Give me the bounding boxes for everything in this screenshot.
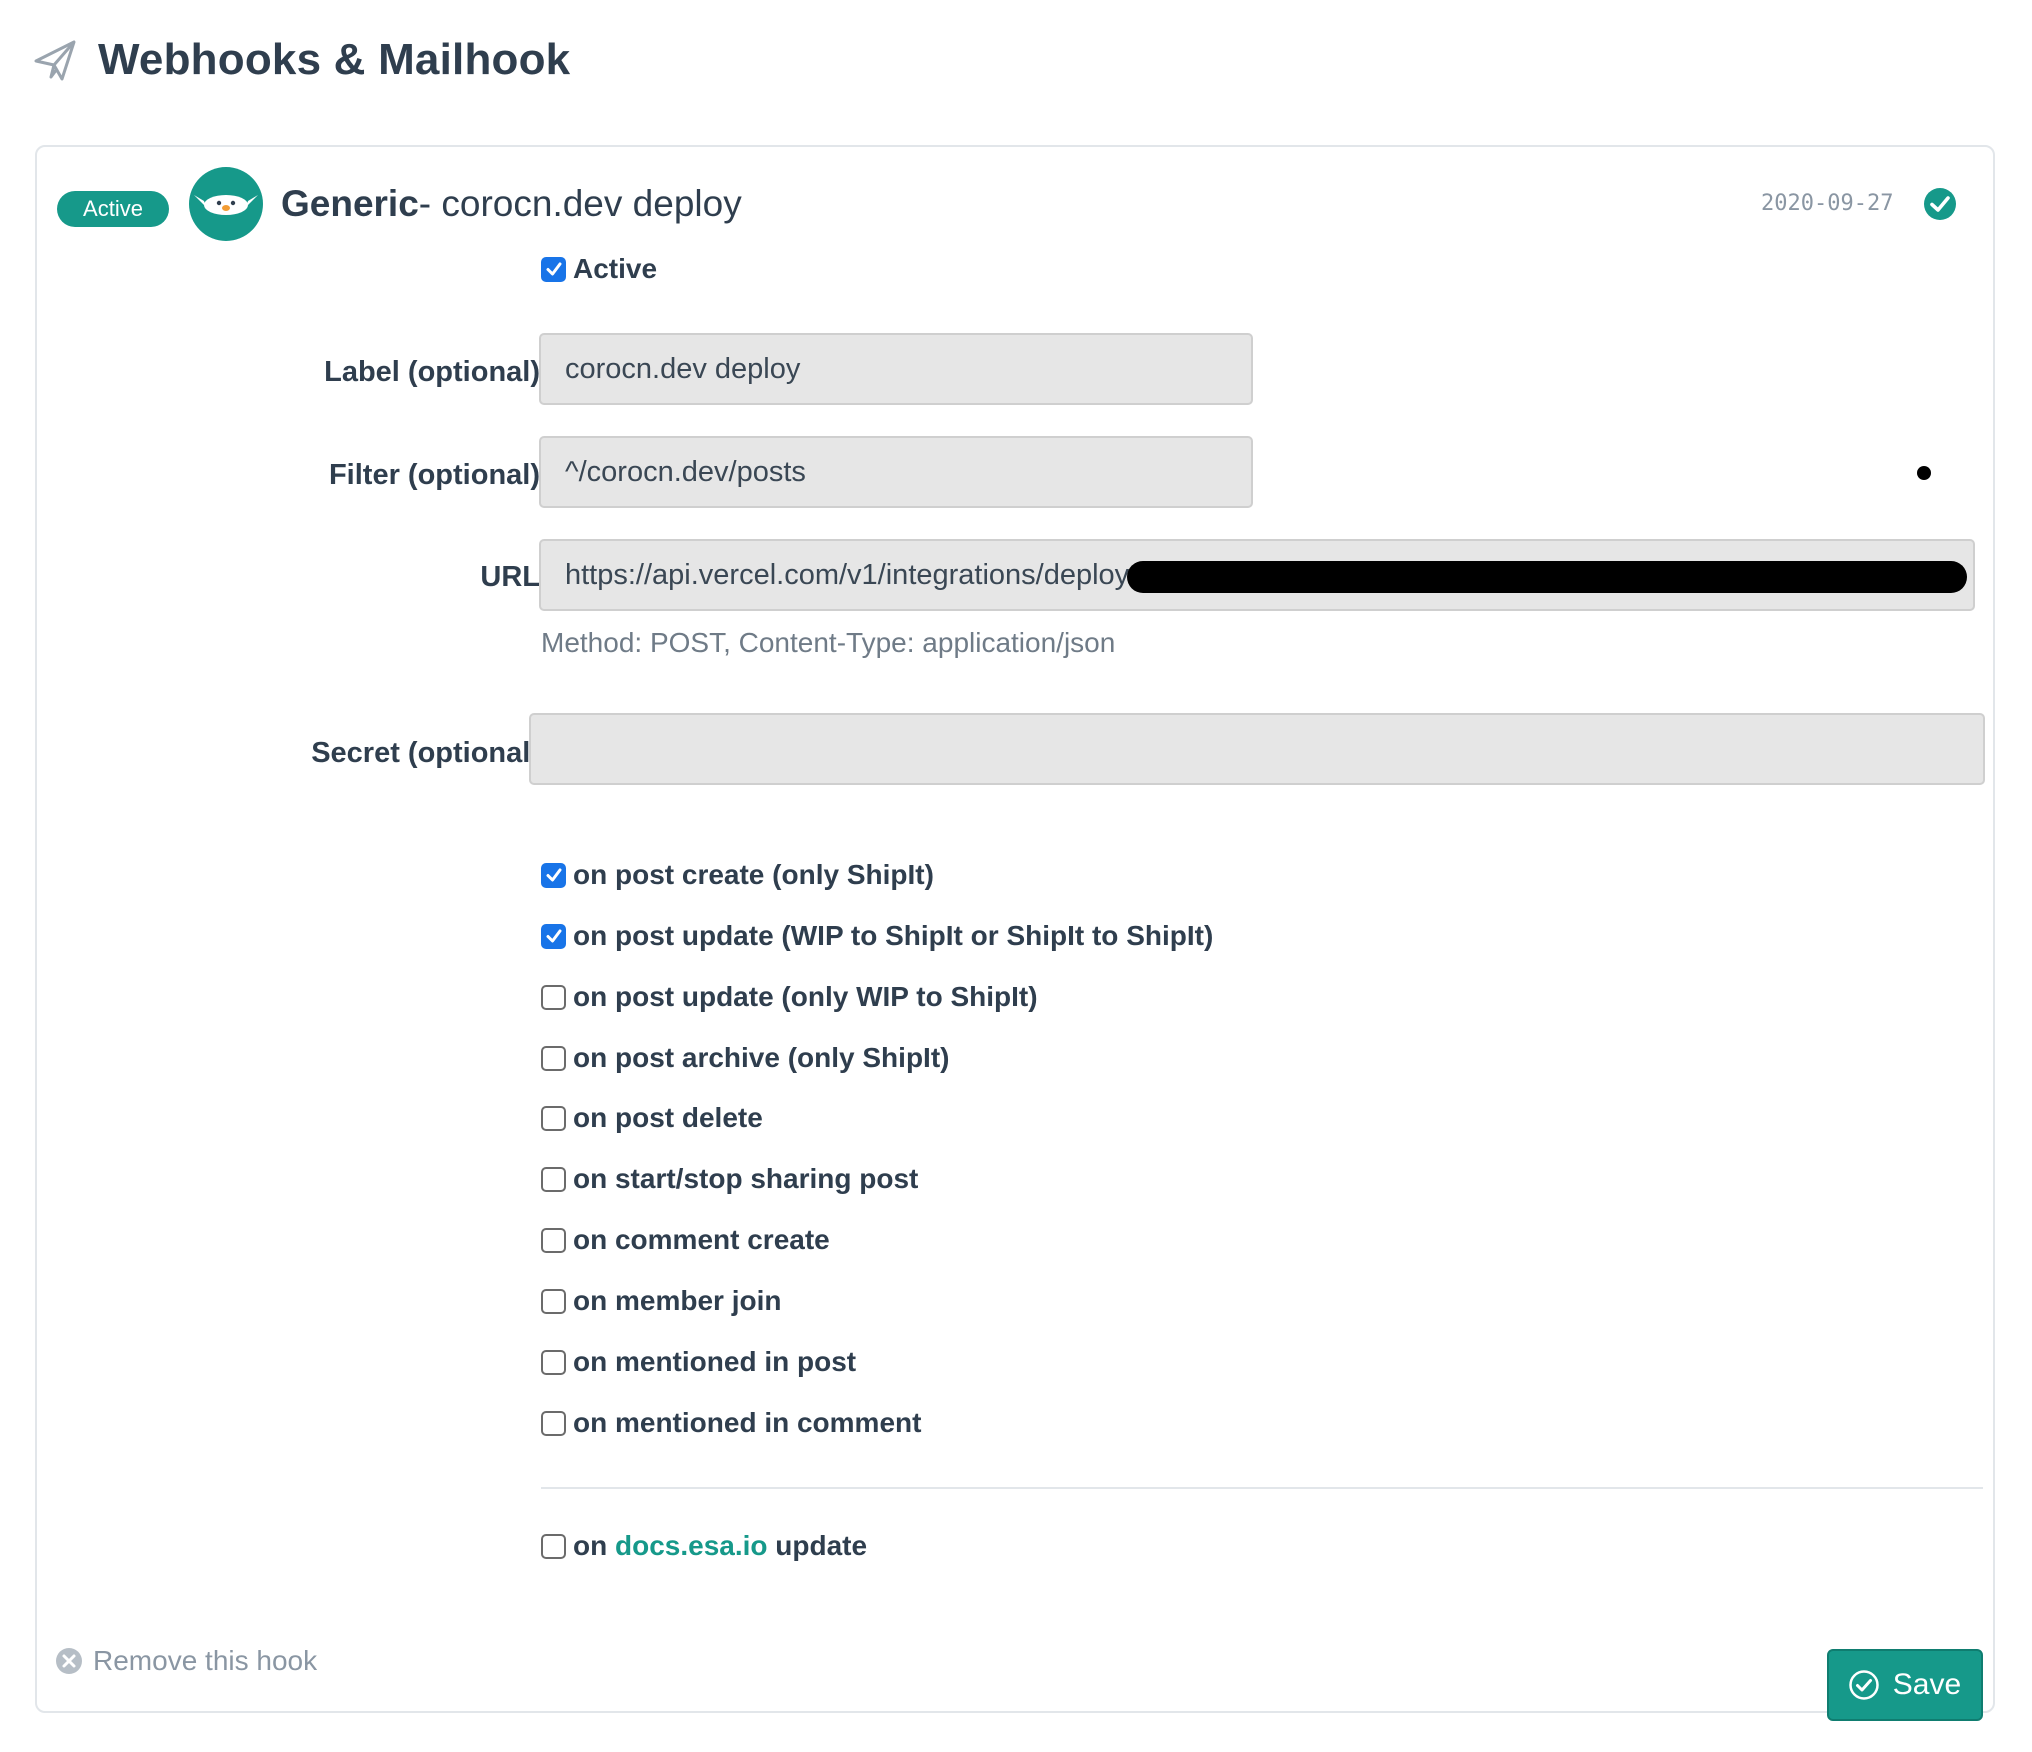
event-label: on post create (only ShipIt) xyxy=(573,859,934,890)
docs-event-suffix: update xyxy=(775,1530,868,1561)
active-checkbox-label: Active xyxy=(573,253,658,284)
webhooks-page: Webhooks & Mailhook Active Generic- coro… xyxy=(0,0,2032,1752)
save-button-label: Save xyxy=(1892,1668,1962,1701)
active-checkbox[interactable]: Active xyxy=(541,253,657,285)
avatar xyxy=(189,167,263,241)
docs-event-checkbox[interactable]: on docs.esa.io update xyxy=(541,1530,867,1562)
event-checkbox[interactable]: on member join xyxy=(541,1285,781,1317)
checkbox-unchecked-icon[interactable] xyxy=(541,1166,566,1192)
event-label: on member join xyxy=(573,1285,782,1316)
checkbox-unchecked-icon[interactable] xyxy=(541,1105,566,1131)
checkbox-unchecked-icon[interactable] xyxy=(541,1045,566,1071)
check-circle-icon xyxy=(1924,188,1956,220)
checkbox-checked-icon[interactable] xyxy=(541,256,566,282)
url-field-label: URL xyxy=(480,561,540,593)
secret-input[interactable] xyxy=(529,713,1985,785)
docs-event-label: on docs.esa.io update xyxy=(573,1530,867,1562)
url-value: https://api.vercel.com/v1/integrations/d… xyxy=(565,559,1138,591)
check-circle-icon xyxy=(1849,1670,1879,1700)
event-checkbox[interactable]: on post update (WIP to ShipIt or ShipIt … xyxy=(541,920,1213,952)
event-label: on post update (WIP to ShipIt or ShipIt … xyxy=(573,920,1214,951)
event-label: on mentioned in comment xyxy=(573,1407,922,1438)
remove-circle-icon xyxy=(56,1648,82,1674)
divider xyxy=(541,1487,1983,1489)
event-label: on start/stop sharing post xyxy=(573,1163,919,1194)
event-label: on post archive (only ShipIt) xyxy=(573,1042,950,1073)
event-checkbox[interactable]: on post update (only WIP to ShipIt) xyxy=(541,981,1038,1013)
hook-type: Generic xyxy=(281,183,419,224)
filter-field-label: Filter (optional) xyxy=(328,459,540,491)
event-checkbox[interactable]: on start/stop sharing post xyxy=(541,1163,918,1195)
bird-icon xyxy=(194,195,258,215)
hook-title: Generic- corocn.dev deploy xyxy=(281,183,742,225)
event-checkbox[interactable]: on post create (only ShipIt) xyxy=(541,859,934,891)
save-button[interactable]: Save xyxy=(1827,1649,1983,1721)
indicator-dot xyxy=(1917,466,1931,480)
event-label: on mentioned in post xyxy=(573,1346,857,1377)
page-header: Webhooks & Mailhook xyxy=(32,32,570,88)
checkbox-checked-icon[interactable] xyxy=(541,862,566,888)
secret-field-label: Secret (optional) xyxy=(311,737,540,769)
event-checkbox[interactable]: on post archive (only ShipIt) xyxy=(541,1042,949,1074)
event-label: on post delete xyxy=(573,1102,763,1133)
url-input[interactable]: https://api.vercel.com/v1/integrations/d… xyxy=(539,539,1975,611)
paper-plane-icon xyxy=(34,40,76,81)
hook-date: 2020-09-27 xyxy=(1761,191,1894,216)
url-help-text: Method: POST, Content-Type: application/… xyxy=(541,627,1116,658)
event-checkbox[interactable]: on comment create xyxy=(541,1224,830,1256)
docs-esa-link[interactable]: docs.esa.io xyxy=(615,1530,768,1561)
event-checkbox[interactable]: on mentioned in post xyxy=(541,1346,856,1378)
hook-name: - corocn.dev deploy xyxy=(418,183,742,224)
remove-hook-label: Remove this hook xyxy=(93,1645,318,1676)
checkbox-unchecked-icon[interactable] xyxy=(541,1288,566,1314)
checkbox-unchecked-icon[interactable] xyxy=(541,1349,566,1375)
page-title: Webhooks & Mailhook xyxy=(98,35,571,84)
event-label: on comment create xyxy=(573,1224,830,1255)
checkbox-unchecked-icon[interactable] xyxy=(541,1410,566,1436)
event-checkbox[interactable]: on mentioned in comment xyxy=(541,1407,921,1439)
checkbox-unchecked-icon[interactable] xyxy=(541,984,566,1010)
remove-hook-link[interactable]: Remove this hook xyxy=(55,1645,317,1677)
webhook-card: Active Generic- corocn.dev deploy 2020-0… xyxy=(35,145,1995,1721)
filter-input[interactable]: ^/corocn.dev/posts xyxy=(539,436,1253,508)
redaction-mark xyxy=(1127,561,1967,593)
label-input[interactable]: corocn.dev deploy xyxy=(539,333,1253,405)
label-field-label: Label (optional) xyxy=(324,356,540,388)
event-label: on post update (only WIP to ShipIt) xyxy=(573,981,1038,1012)
docs-event-prefix: on xyxy=(573,1530,608,1561)
status-badge: Active xyxy=(57,191,169,227)
checkbox-unchecked-icon[interactable] xyxy=(541,1227,566,1253)
checkbox-checked-icon[interactable] xyxy=(541,923,566,949)
checkbox-unchecked-icon[interactable] xyxy=(541,1533,566,1559)
event-checkbox[interactable]: on post delete xyxy=(541,1102,763,1134)
